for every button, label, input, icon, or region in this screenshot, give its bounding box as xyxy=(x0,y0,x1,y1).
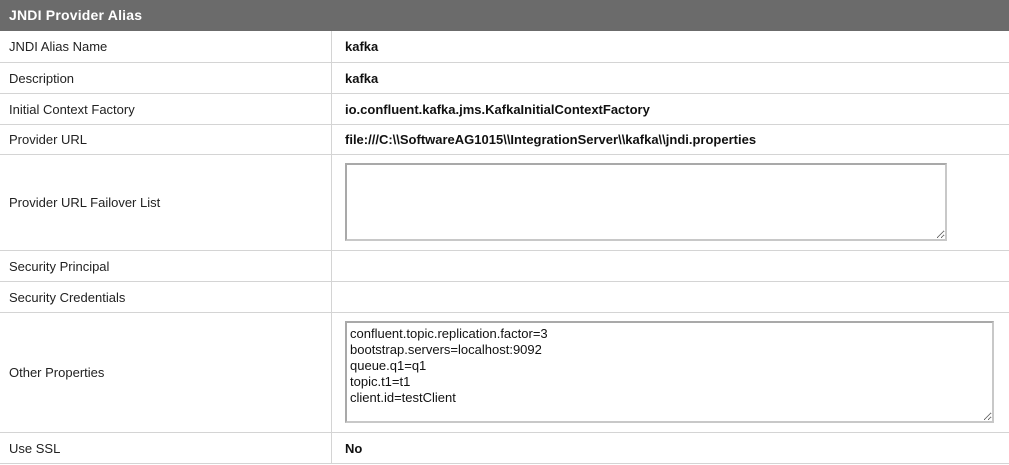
row-provider-url: Provider URL file:///C:\\SoftwareAG1015\… xyxy=(0,125,1009,155)
row-description: Description kafka xyxy=(0,63,1009,94)
row-use-ssl: Use SSL No xyxy=(0,433,1009,464)
security-credentials-label: Security Credentials xyxy=(0,282,332,312)
provider-url-failover-list-cell xyxy=(332,155,1009,250)
provider-url-failover-list-label: Provider URL Failover List xyxy=(0,155,332,250)
jndi-alias-name-label: JNDI Alias Name xyxy=(0,31,332,62)
security-principal-label: Security Principal xyxy=(0,251,332,281)
other-properties-cell: confluent.topic.replication.factor=3 boo… xyxy=(332,313,1009,432)
row-jndi-alias-name: JNDI Alias Name kafka xyxy=(0,31,1009,63)
initial-context-factory-label: Initial Context Factory xyxy=(0,94,332,124)
security-principal-value xyxy=(332,251,1009,281)
jndi-alias-name-value: kafka xyxy=(345,39,379,54)
security-credentials-value xyxy=(332,282,1009,312)
other-properties-label: Other Properties xyxy=(0,313,332,432)
jndi-provider-alias-panel: JNDI Provider Alias JNDI Alias Name kafk… xyxy=(0,0,1009,465)
panel-title: JNDI Provider Alias xyxy=(0,0,1009,31)
provider-url-failover-list-textarea[interactable] xyxy=(345,163,947,241)
other-properties-textarea[interactable]: confluent.topic.replication.factor=3 boo… xyxy=(345,321,994,423)
description-value: kafka xyxy=(345,70,379,86)
row-security-credentials: Security Credentials xyxy=(0,282,1009,313)
use-ssl-label: Use SSL xyxy=(0,433,332,463)
description-label: Description xyxy=(0,63,332,93)
use-ssl-value: No xyxy=(345,440,363,456)
row-provider-url-failover-list: Provider URL Failover List xyxy=(0,155,1009,251)
provider-url-label: Provider URL xyxy=(0,125,332,154)
row-security-principal: Security Principal xyxy=(0,251,1009,282)
provider-url-value: file:///C:\\SoftwareAG1015\\IntegrationS… xyxy=(345,132,757,147)
row-initial-context-factory: Initial Context Factory io.confluent.kaf… xyxy=(0,94,1009,125)
initial-context-factory-value: io.confluent.kafka.jms.KafkaInitialConte… xyxy=(345,101,650,117)
row-other-properties: Other Properties confluent.topic.replica… xyxy=(0,313,1009,433)
